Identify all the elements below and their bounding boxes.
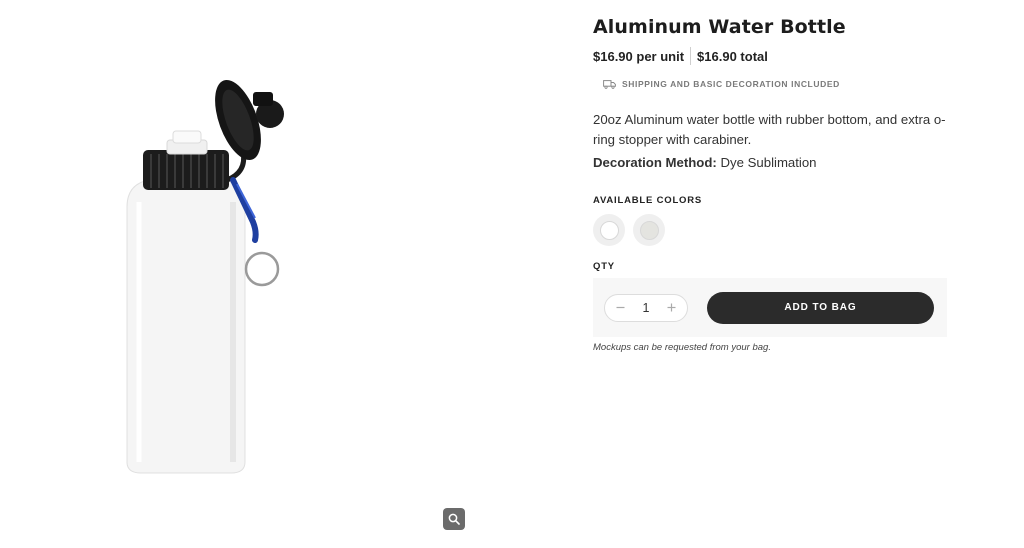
plus-icon <box>667 303 676 312</box>
shipping-note: SHIPPING AND BASIC DECORATION INCLUDED <box>603 79 948 89</box>
shipping-text: SHIPPING AND BASIC DECORATION INCLUDED <box>622 79 840 89</box>
colors-label: AVAILABLE COLORS <box>593 195 703 206</box>
unit-price: $16.90 per unit <box>593 48 685 64</box>
mockup-note: Mockups can be requested from your bag. <box>593 342 771 353</box>
decoration-label: Decoration Method: <box>593 155 717 170</box>
total-price: $16.90 total <box>697 48 768 64</box>
product-details: Aluminum Water Bottle $16.90 per unit $1… <box>593 16 948 353</box>
zoom-button[interactable] <box>443 508 465 530</box>
decoration-value: Dye Sublimation <box>720 155 817 170</box>
swatch-dot <box>639 220 659 240</box>
decrease-quantity-button[interactable] <box>611 299 629 317</box>
product-image <box>126 80 284 474</box>
quantity-stepper[interactable]: 1 <box>604 293 688 322</box>
color-swatch-silver[interactable] <box>633 214 665 246</box>
product-description: 20oz Aluminum water bottle with rubber b… <box>593 112 946 147</box>
truck-icon <box>603 79 616 89</box>
purchase-box: 1 ADD TO BAG <box>593 278 947 337</box>
color-swatch-white[interactable] <box>593 214 625 246</box>
quantity-value[interactable]: 1 <box>643 301 650 315</box>
product-gallery <box>0 0 580 548</box>
increase-quantity-button[interactable] <box>663 299 681 317</box>
product-title: Aluminum Water Bottle <box>593 16 846 38</box>
qty-label: QTY <box>593 261 615 272</box>
magnifier-icon <box>448 513 460 525</box>
price-divider <box>690 47 692 65</box>
color-swatches <box>593 214 948 246</box>
add-to-bag-button[interactable]: ADD TO BAG <box>707 291 934 324</box>
swatch-dot <box>599 220 619 240</box>
price-row: $16.90 per unit $16.90 total <box>593 47 948 65</box>
minus-icon <box>616 306 624 309</box>
decoration-method: Decoration Method: Dye Sublimation <box>593 155 948 170</box>
